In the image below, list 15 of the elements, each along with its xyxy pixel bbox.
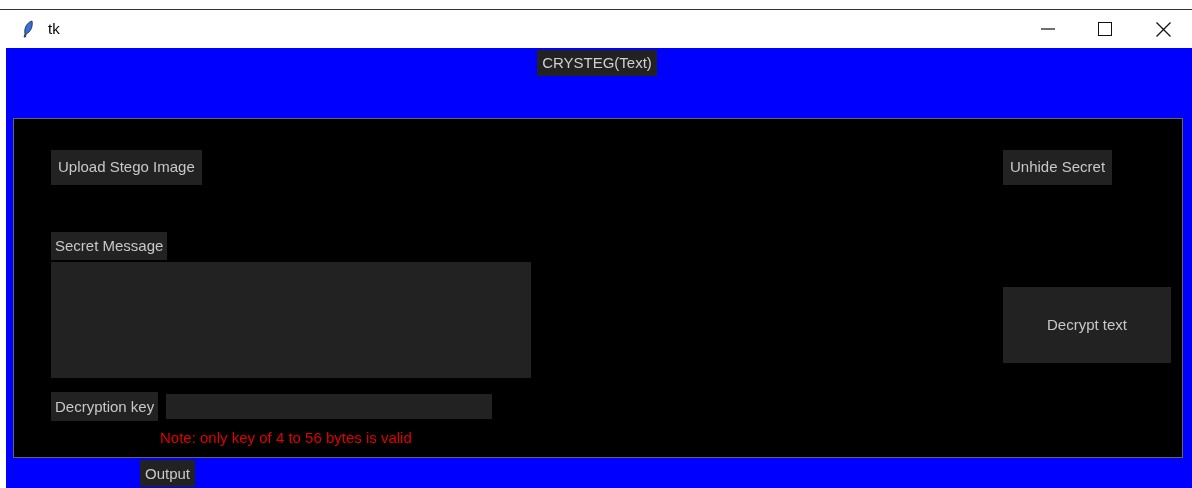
decryption-key-field[interactable] [166, 394, 493, 419]
feather-icon [22, 20, 34, 38]
window-title: tk [48, 18, 60, 39]
close-icon [1155, 21, 1171, 37]
decrypt-text-button[interactable]: Decrypt text [1003, 287, 1171, 363]
note-text: Note: only key of 4 to 56 bytes is valid [160, 429, 412, 447]
secret-message-label: Secret Message [51, 232, 168, 260]
decryption-key-label: Decryption key [51, 392, 159, 421]
maximize-icon [1098, 22, 1112, 36]
upload-button[interactable]: Upload Stego Image [51, 150, 202, 185]
output-label: Output [140, 460, 196, 487]
minimize-icon [1041, 28, 1055, 30]
unhide-secret-button[interactable]: Unhide Secret [1003, 150, 1113, 185]
secret-message-field[interactable] [51, 262, 531, 378]
app-title: CRYSTEG(Text) [537, 50, 657, 76]
